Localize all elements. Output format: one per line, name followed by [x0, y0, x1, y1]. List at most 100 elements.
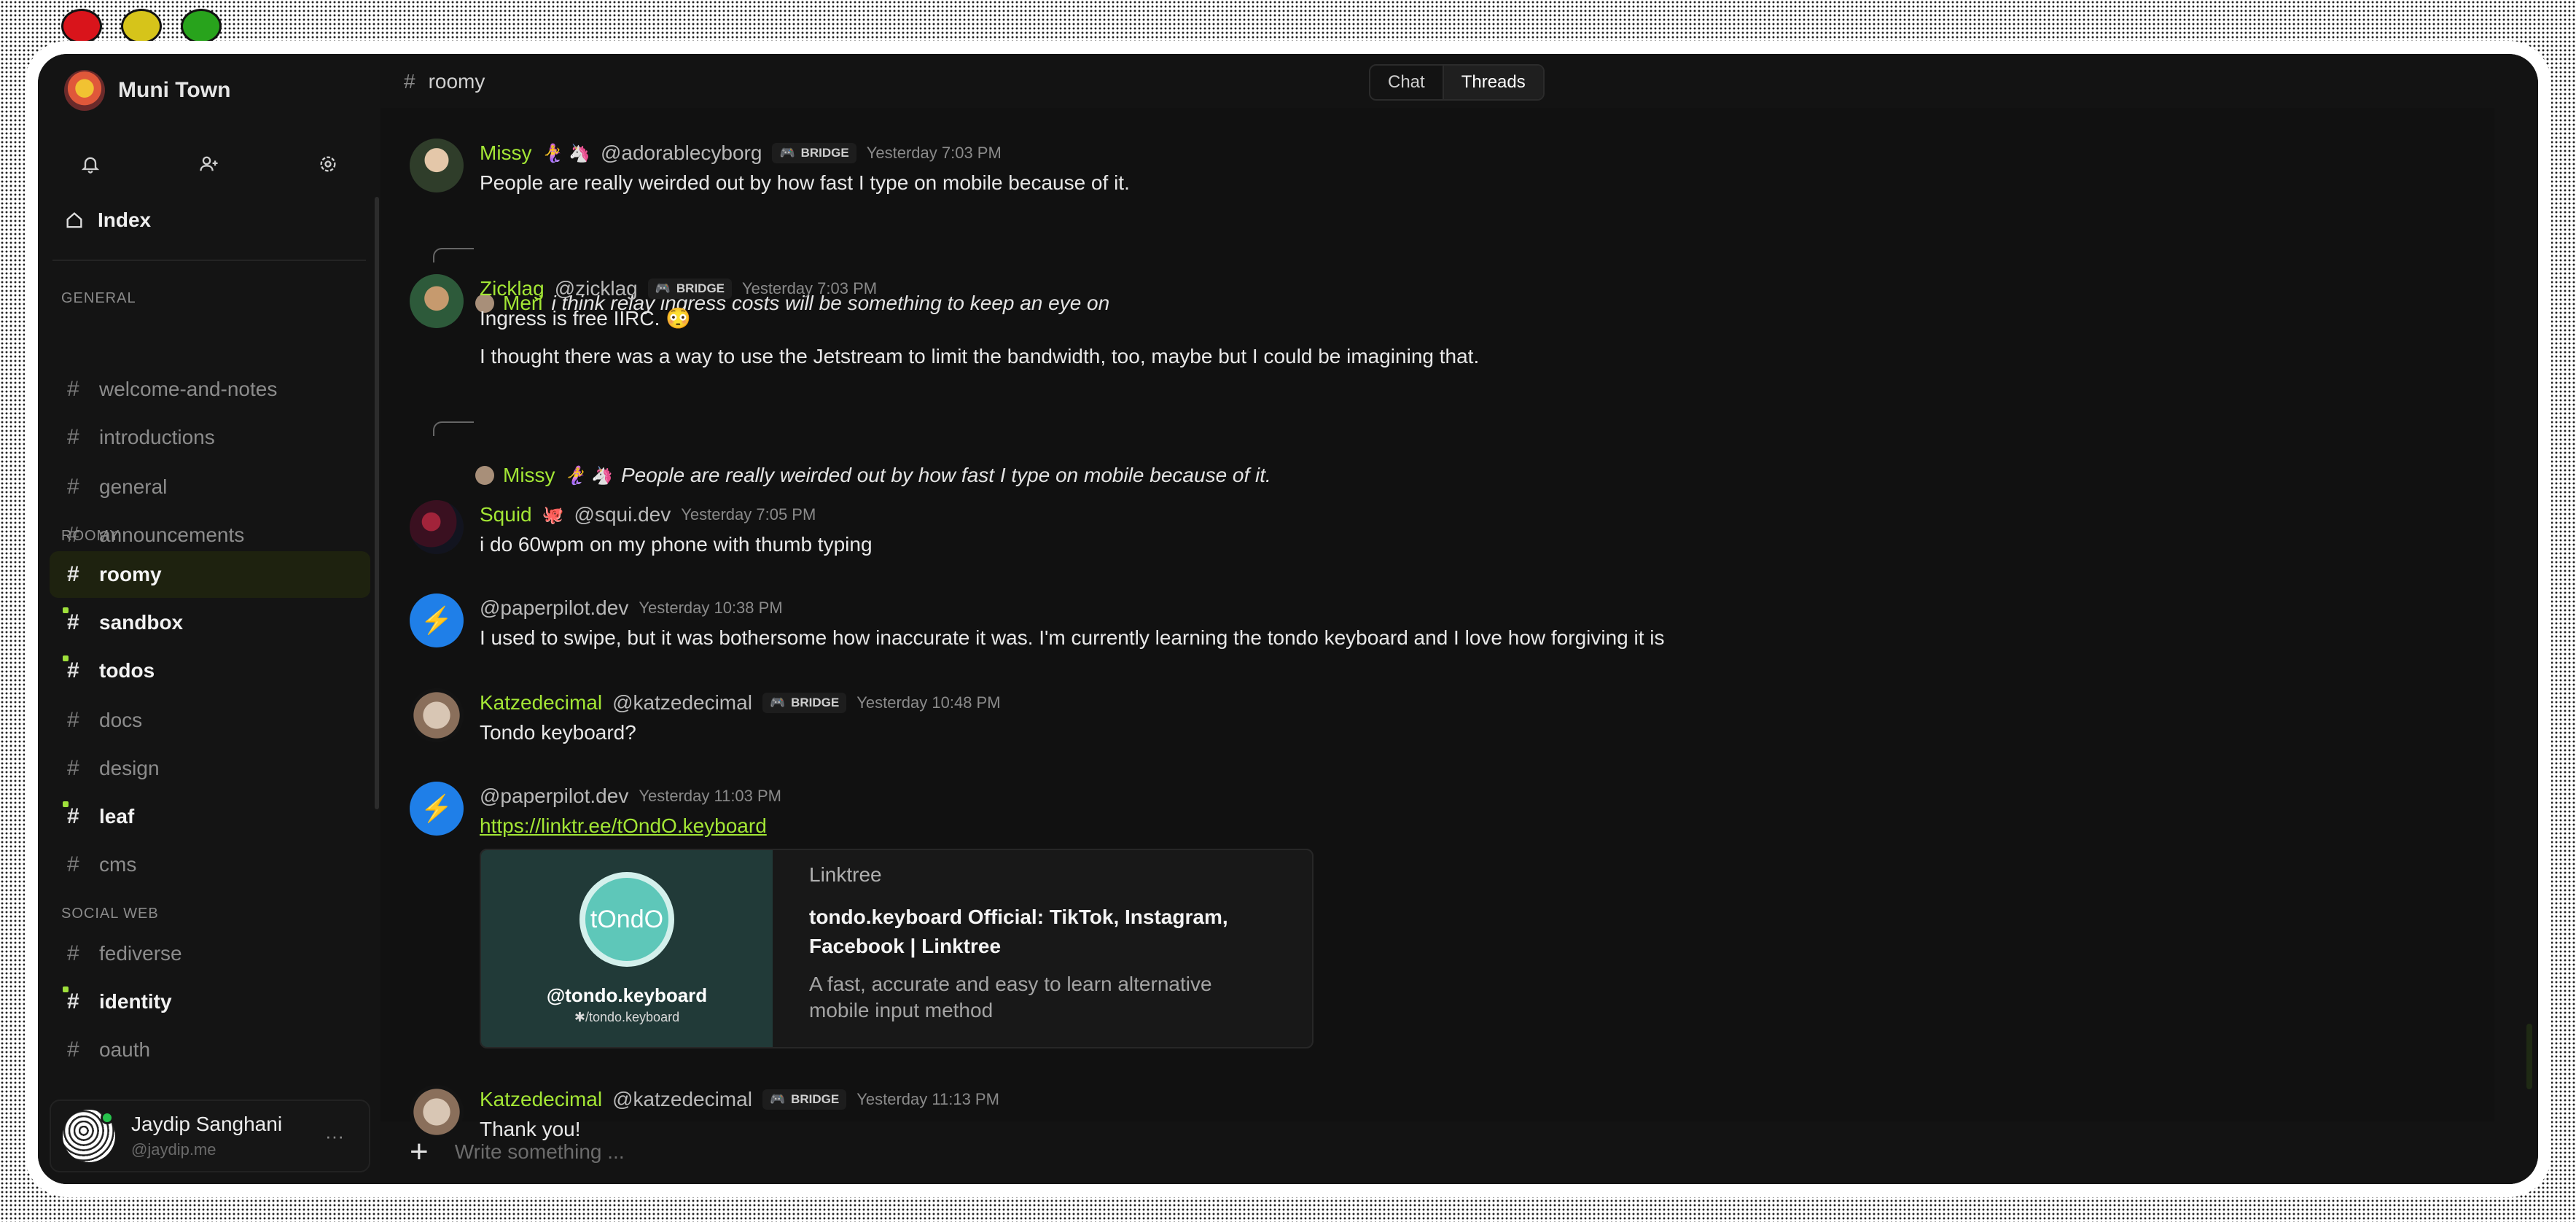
message-item: ⚡ @paperpilot.dev Yesterday 10:38 PM I u…	[410, 594, 1665, 653]
minimize-window-button[interactable]	[121, 9, 162, 44]
avatar[interactable]	[410, 139, 464, 192]
sidebar-channel-roomy[interactable]: # roomy	[50, 551, 370, 598]
sidebar-channel-introductions[interactable]: # introductions	[50, 414, 370, 461]
message-text: Tondo keyboard?	[480, 721, 636, 744]
sidebar-scrollbar[interactable]	[375, 197, 379, 809]
hash-icon: #	[67, 1038, 79, 1062]
chat-main: # roomy Chat Threads Missy 🧜‍♀️ 🦄 @adora…	[380, 54, 2538, 1184]
link-preview-card[interactable]: tOndO @tondo.keyboard ✱/tondo.keyboard L…	[480, 849, 1314, 1048]
message-text: Ingress is free IIRC. 😳	[480, 307, 692, 330]
sidebar-channel-oauth[interactable]: # oauth	[50, 1027, 370, 1073]
author-handle[interactable]: @katzedecimal	[612, 691, 752, 715]
avatar	[63, 1110, 115, 1162]
sidebar-channel-design[interactable]: # design	[50, 745, 370, 792]
author-handle[interactable]: @paperpilot.dev	[480, 785, 628, 808]
link-preview-info: Linktree tondo.keyboard Official: TikTok…	[773, 850, 1312, 1047]
section-title-roomy: ROOMY	[61, 528, 120, 544]
bolt-icon: ⚡	[420, 605, 453, 635]
sidebar-channel-general[interactable]: # general	[50, 464, 370, 510]
maximize-window-button[interactable]	[181, 9, 222, 44]
author-name[interactable]: Missy	[480, 141, 532, 165]
add-user-icon[interactable]	[186, 146, 233, 182]
sidebar-channel-cms[interactable]: # cms	[50, 841, 370, 888]
reply-connector	[433, 248, 474, 262]
avatar[interactable]	[410, 274, 464, 328]
author-handle[interactable]: @adorablecyborg	[601, 141, 762, 165]
sidebar-channel-sandbox[interactable]: # sandbox	[50, 599, 370, 646]
home-icon	[66, 212, 82, 228]
sidebar-channel-docs[interactable]: # docs	[50, 697, 370, 744]
timestamp: Yesterday 10:38 PM	[639, 599, 783, 617]
hash-icon: #	[63, 607, 85, 635]
timestamp: Yesterday 7:03 PM	[742, 279, 878, 297]
sidebar-channel-todos[interactable]: # todos	[50, 647, 370, 694]
bridge-badge: 🎮 BRIDGE	[647, 279, 733, 299]
reply-author-name: Missy	[503, 464, 555, 486]
index-link[interactable]: Index	[64, 209, 151, 232]
more-options-button[interactable]: ···	[325, 1125, 344, 1148]
card-image-handle: @tondo.keyboard	[546, 984, 708, 1006]
message-item: Missy 🧜‍♀️ 🦄 @adorablecyborg 🎮 BRIDGE Yes…	[410, 139, 1130, 198]
reply-preview[interactable]: Missy 🧜‍♀️ 🦄 People are really weirded o…	[475, 464, 1271, 487]
discord-icon: 🎮	[655, 281, 671, 295]
timestamp: Yesterday 11:03 PM	[639, 787, 782, 805]
avatar[interactable]: ⚡	[410, 594, 464, 647]
timestamp: Yesterday 7:03 PM	[866, 144, 1002, 162]
author-name[interactable]: Katzedecimal	[480, 1088, 602, 1111]
author-name[interactable]: Zicklag	[480, 277, 545, 300]
hash-icon: #	[67, 475, 79, 499]
avatar[interactable]	[410, 500, 464, 554]
timestamp: Yesterday 10:48 PM	[856, 693, 1001, 712]
bell-icon[interactable]	[67, 146, 114, 182]
reply-text: People are really weirded out by how fas…	[620, 464, 1271, 486]
author-name[interactable]: Squid	[480, 503, 532, 526]
space-logo	[64, 70, 105, 111]
card-image-subtitle: ✱/tondo.keyboard	[574, 1010, 680, 1024]
card-title: tondo.keyboard Official: TikTok, Instagr…	[809, 906, 1228, 957]
hash-icon: #	[67, 377, 79, 401]
message-link[interactable]: https://linktr.ee/tOndO.keyboard	[480, 811, 1314, 841]
tab-chat[interactable]: Chat	[1370, 66, 1443, 99]
sidebar-toolbar	[67, 146, 351, 182]
hash-icon: #	[404, 70, 415, 93]
hash-icon: #	[67, 941, 79, 965]
hash-icon: #	[63, 655, 85, 683]
tab-threads[interactable]: Threads	[1442, 66, 1543, 99]
feed-scrollbar[interactable]	[2526, 1024, 2532, 1089]
author-handle[interactable]: @paperpilot.dev	[480, 596, 628, 620]
message-item: Katzedecimal @katzedecimal 🎮 BRIDGE Yeste…	[410, 688, 1001, 748]
section-title-social-web: SOCIAL WEB	[61, 906, 159, 922]
window-controls	[61, 9, 222, 44]
app-window: Muni Town Index GENERAL # welcome-and-not…	[38, 54, 2538, 1184]
hash-icon: #	[67, 562, 79, 586]
discord-icon: 🎮	[769, 696, 786, 709]
plus-icon[interactable]: +	[410, 1136, 429, 1168]
sidebar-channel-welcome-and-notes[interactable]: # welcome-and-notes	[50, 366, 370, 413]
space-name: Muni Town	[118, 78, 231, 102]
sidebar: Muni Town Index GENERAL # welcome-and-not…	[38, 54, 380, 1184]
author-handle[interactable]: @squi.dev	[574, 503, 671, 526]
space-header[interactable]: Muni Town	[64, 70, 230, 111]
gear-icon[interactable]	[305, 146, 351, 182]
avatar[interactable]: ⚡	[410, 782, 464, 836]
sidebar-channel-identity[interactable]: # identity	[50, 978, 370, 1025]
view-tabs: Chat Threads	[1369, 64, 1545, 101]
sidebar-channel-leaf[interactable]: # leaf	[50, 793, 370, 840]
author-handle[interactable]: @katzedecimal	[612, 1088, 752, 1111]
message-input[interactable]	[454, 1140, 1548, 1164]
timestamp: Yesterday 7:05 PM	[681, 505, 816, 524]
author-handle[interactable]: @zicklag	[555, 277, 638, 300]
section-title-general: GENERAL	[61, 290, 136, 306]
avatar[interactable]	[410, 688, 464, 742]
sidebar-channel-fediverse[interactable]: # fediverse	[50, 930, 370, 977]
timestamp: Yesterday 11:13 PM	[856, 1090, 999, 1108]
hash-icon: #	[67, 756, 79, 780]
close-window-button[interactable]	[61, 9, 102, 44]
author-name[interactable]: Katzedecimal	[480, 691, 602, 715]
user-profile-bar[interactable]: Jaydip Sanghani @jaydip.me ···	[50, 1100, 370, 1172]
message-item: Zicklag @zicklag 🎮 BRIDGE Yesterday 7:03 …	[410, 274, 1479, 372]
online-status-indicator	[101, 1111, 114, 1124]
divider	[52, 260, 366, 261]
message-text: i do 60wpm on my phone with thumb typing	[480, 533, 873, 556]
message-composer: +	[410, 1130, 1548, 1174]
